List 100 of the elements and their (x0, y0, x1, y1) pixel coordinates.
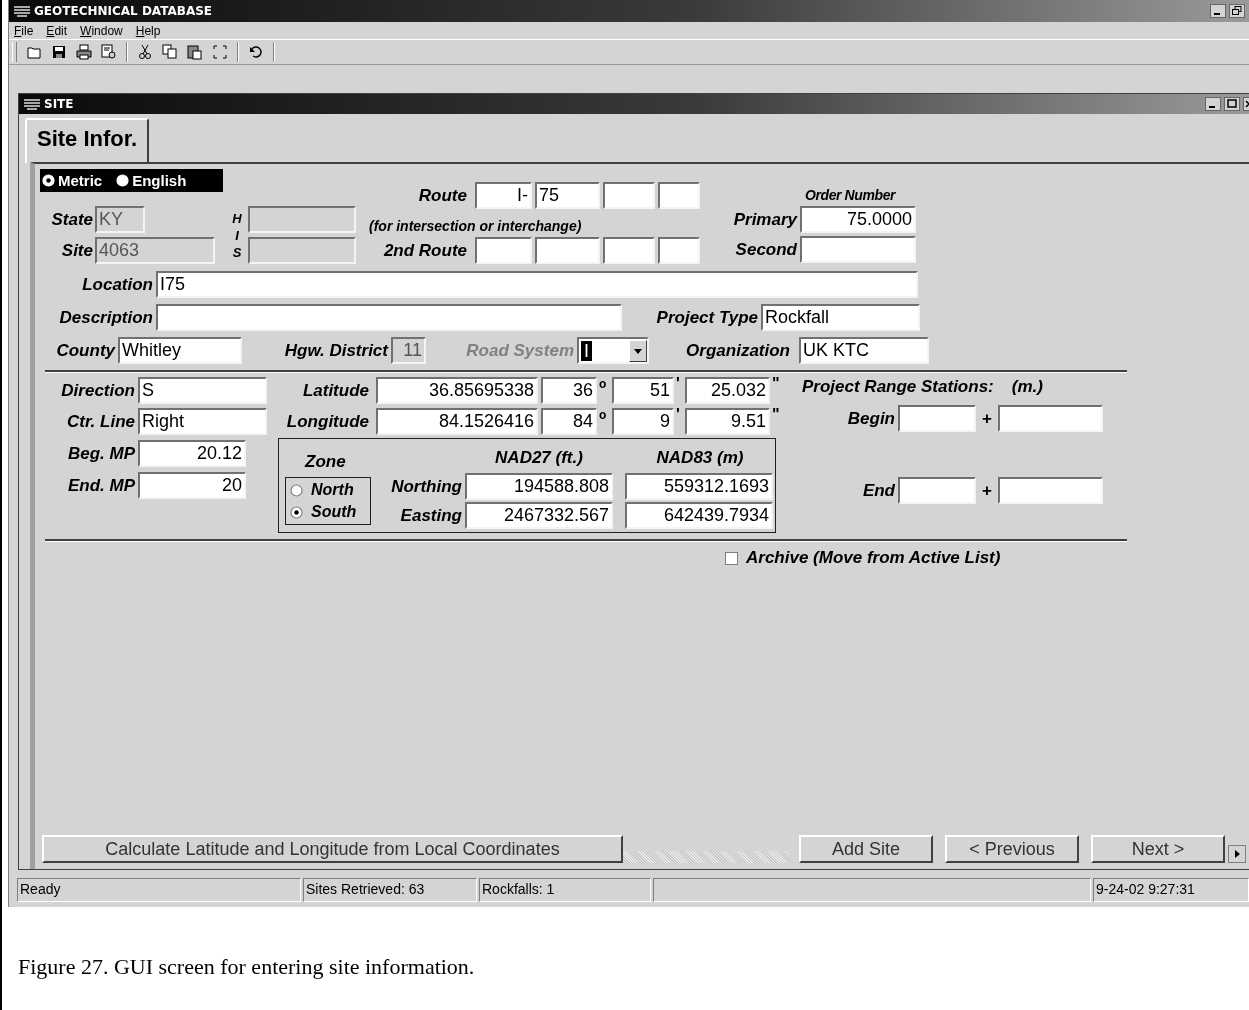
scroll-right-button[interactable] (1228, 845, 1246, 863)
copy-icon[interactable] (162, 44, 178, 60)
field-label: Beg. MP (66, 443, 135, 464)
radio-button[interactable] (290, 505, 303, 519)
radio-label: North (311, 481, 354, 499)
second-mark: " (772, 408, 778, 422)
text-field[interactable] (475, 237, 532, 264)
text-field[interactable] (603, 237, 655, 264)
undo-icon[interactable] (248, 44, 264, 60)
text-field[interactable]: 2467332.567 (465, 502, 613, 529)
minimize-button[interactable] (1205, 97, 1221, 111)
text-field[interactable]: 559312.1693 (625, 473, 773, 500)
field-label: Organization (685, 340, 790, 361)
window-title: GEOTECHNICAL DATABASE (34, 4, 213, 18)
text-field[interactable]: 84 (541, 408, 597, 435)
date-time: 9-24-02 9:27:31 (1093, 878, 1249, 902)
text-field[interactable] (156, 304, 622, 331)
field-label: H (232, 210, 242, 227)
new-file-icon[interactable] (26, 44, 42, 60)
menu-item[interactable]: File (14, 23, 34, 38)
save-icon[interactable] (51, 44, 67, 60)
text-field[interactable]: S (138, 377, 267, 404)
text-field[interactable] (998, 405, 1103, 432)
text-field[interactable]: 25.032 (685, 377, 770, 404)
print-preview-icon[interactable] (101, 44, 117, 60)
field-label: Ctr. Line (66, 411, 135, 432)
field-label: Longitude (285, 411, 369, 432)
tab[interactable]: Site Infor. (25, 118, 150, 164)
text-field[interactable]: Right (138, 408, 267, 435)
text-field[interactable] (800, 236, 916, 263)
paste-icon[interactable] (187, 44, 203, 60)
menu-item[interactable]: Help (135, 23, 161, 38)
checkbox[interactable] (725, 551, 738, 565)
text-field[interactable] (603, 182, 655, 209)
field-label: 2nd Route (382, 240, 467, 261)
field-label: Location (81, 274, 153, 295)
field-label: Description (58, 307, 153, 328)
field-label: Project Type (655, 307, 758, 328)
text-field[interactable]: 36 (541, 377, 597, 404)
radio-label: Metric (58, 172, 103, 189)
text-field[interactable] (898, 477, 976, 504)
field-label: Northing (391, 476, 462, 496)
text-field[interactable] (535, 237, 600, 264)
field-label: S (232, 244, 242, 261)
field-label: Direction (60, 380, 135, 401)
close-button[interactable] (1243, 97, 1249, 111)
text-field[interactable]: I75 (156, 271, 918, 298)
status-text: Ready (17, 878, 301, 902)
field-label: Second (734, 239, 797, 260)
plus-sign: + (981, 480, 993, 501)
radio-label: South (311, 503, 357, 521)
restore-button[interactable] (1229, 4, 1245, 18)
minimize-button[interactable] (1210, 4, 1226, 18)
text-field[interactable]: 642439.7934 (625, 502, 773, 529)
second-mark: " (772, 377, 778, 391)
calculate-button[interactable]: Calculate Latitude and Longitude from Local Coordinates (42, 835, 623, 863)
section-title: Project Range Stations: (802, 377, 994, 397)
cut-icon[interactable] (137, 44, 153, 60)
minute-mark: ' (676, 408, 681, 422)
text-field[interactable]: UK KTC (799, 337, 929, 364)
degree-mark: o (599, 408, 608, 422)
text-field[interactable]: 84.1526416 (376, 408, 538, 435)
field-label: Begin (846, 408, 895, 429)
menu-item[interactable]: Edit (46, 23, 68, 38)
minute-mark: ' (676, 377, 681, 391)
hint-text: (for intersection or interchange) (369, 218, 583, 234)
text-field[interactable] (898, 405, 976, 432)
column-header: NAD27 (ft.) (494, 447, 584, 468)
text-field[interactable]: 75 (535, 182, 600, 209)
text-field[interactable]: 20 (138, 472, 246, 499)
maximize-button[interactable] (1224, 97, 1240, 111)
text-field[interactable]: 75.0000 (800, 206, 916, 233)
text-field[interactable]: 9 (612, 408, 674, 435)
caret-icon (629, 339, 647, 362)
unit-label: (m.) (1011, 377, 1043, 397)
menu-item[interactable]: Window (80, 23, 123, 38)
text-field[interactable]: 9.51 (685, 408, 770, 435)
field-label: Site (61, 241, 93, 261)
text-field[interactable]: 51 (612, 377, 674, 404)
column-header: NAD83 (m) (655, 447, 745, 468)
group-title: Zone (305, 452, 347, 472)
text-field[interactable]: 36.85695338 (376, 377, 538, 404)
add-site-button[interactable]: Add Site (799, 835, 933, 863)
text-field[interactable] (658, 237, 700, 264)
text-field[interactable]: Whitley (118, 337, 242, 364)
text-field[interactable] (658, 182, 700, 209)
next-button[interactable]: Next > (1091, 835, 1225, 863)
plus-sign: + (981, 408, 993, 429)
print-icon[interactable] (76, 44, 92, 60)
text-field[interactable]: Rockfall (761, 304, 920, 331)
radio-label: English (132, 172, 187, 189)
select-all-icon[interactable] (212, 44, 228, 60)
text-field[interactable]: 194588.808 (465, 473, 613, 500)
scrollbar-track[interactable] (623, 851, 789, 863)
text-field[interactable]: 20.12 (138, 440, 246, 467)
field-label: Hgw. District (283, 340, 388, 361)
text-field[interactable] (998, 477, 1103, 504)
text-field[interactable]: I- (475, 182, 532, 209)
radio-button[interactable] (290, 483, 303, 497)
previous-button[interactable]: < Previous (945, 835, 1079, 863)
